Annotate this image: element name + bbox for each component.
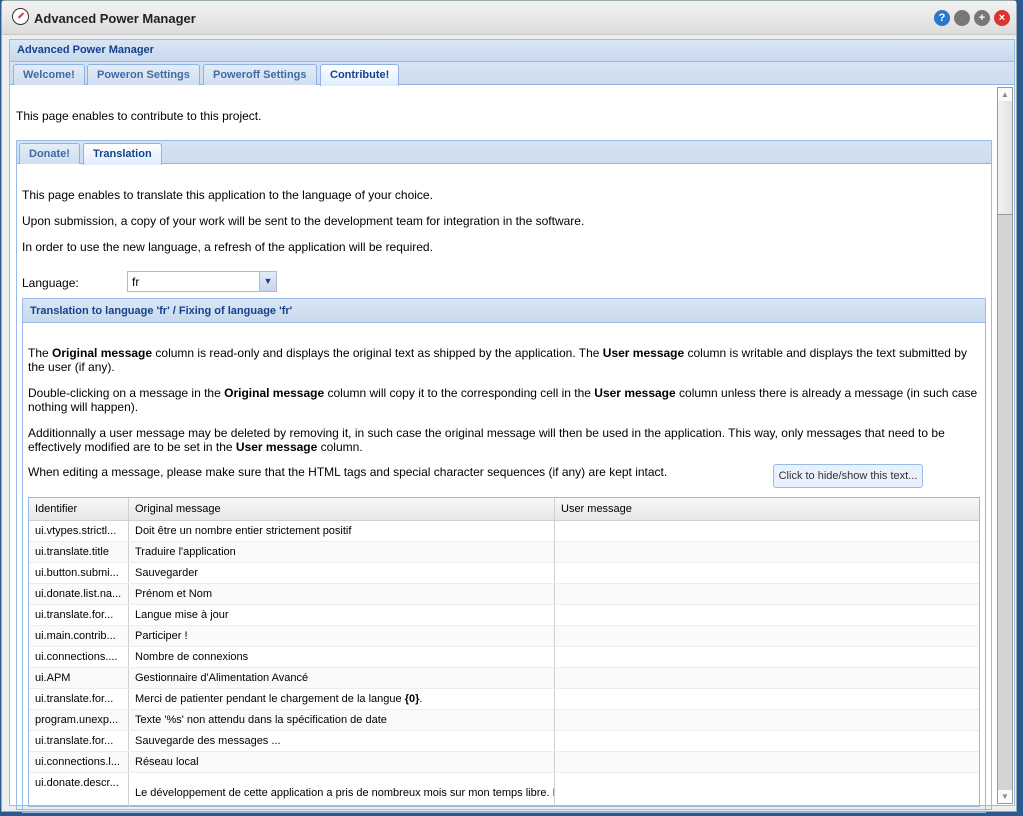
identifier-cell[interactable]: ui.donate.list.na... (29, 584, 129, 604)
table-row[interactable]: ui.translate.title Traduire l'applicatio… (29, 542, 979, 563)
identifier-cell[interactable]: program.unexp... (29, 710, 129, 730)
tab-donate[interactable]: Donate! (19, 143, 80, 164)
main-panel: Advanced Power Manager Welcome! Poweron … (9, 39, 1015, 813)
app-gauge-icon (12, 8, 29, 25)
table-row[interactable]: ui.button.submi... Sauvegarder (29, 563, 979, 584)
help-paragraph-2: Double-clicking on a message in the Orig… (28, 386, 978, 414)
original-message-cell[interactable]: Texte '%s' non attendu dans la spécifica… (129, 710, 555, 730)
original-message-cell[interactable]: Sauvegarder (129, 563, 555, 583)
identifier-cell[interactable]: ui.donate.descr... (29, 773, 129, 806)
user-message-cell[interactable] (555, 647, 979, 667)
contribute-panel: Donate! Translation This page enables to… (16, 140, 992, 813)
table-row[interactable]: ui.main.contrib... Participer ! (29, 626, 979, 647)
identifier-cell[interactable]: ui.translate.title (29, 542, 129, 562)
identifier-cell[interactable]: ui.main.contrib... (29, 626, 129, 646)
identifier-cell[interactable]: ui.connections.... (29, 647, 129, 667)
minimize-icon[interactable] (954, 10, 970, 26)
tab-welcome[interactable]: Welcome! (13, 64, 85, 85)
scroll-down-icon[interactable]: ▼ (998, 790, 1012, 803)
column-identifier[interactable]: Identifier (29, 498, 129, 520)
contribute-intro: This page enables to contribute to this … (16, 109, 262, 123)
identifier-cell[interactable]: ui.translate.for... (29, 605, 129, 625)
table-row[interactable]: ui.translate.for... Langue mise à jour (29, 605, 979, 626)
original-message-cell[interactable]: Participer ! (129, 626, 555, 646)
scroll-up-icon[interactable]: ▲ (998, 88, 1012, 101)
help-paragraph-3: Additionnally a user message may be dele… (28, 426, 945, 454)
user-message-cell[interactable] (555, 563, 979, 583)
identifier-cell[interactable]: ui.translate.for... (29, 731, 129, 751)
table-row[interactable]: ui.vtypes.strictl... Doit être un nombre… (29, 521, 979, 542)
original-message-cell[interactable]: Doit être un nombre entier strictement p… (129, 521, 555, 541)
user-message-cell[interactable] (555, 542, 979, 562)
tab-poweron-settings[interactable]: Poweron Settings (87, 64, 200, 85)
user-message-cell[interactable] (555, 626, 979, 646)
help-paragraph-4: When editing a message, please make sure… (28, 465, 668, 479)
window-title: Advanced Power Manager (34, 11, 196, 26)
table-row[interactable]: ui.APM Gestionnaire d'Alimentation Avanc… (29, 668, 979, 689)
translation-grid: Identifier Original message User message… (28, 497, 980, 807)
original-message-cell[interactable]: Prénom et Nom (129, 584, 555, 604)
page-scrollbar[interactable]: ▲ ▼ (997, 87, 1013, 804)
user-message-cell[interactable] (555, 668, 979, 688)
language-value: fr (132, 275, 140, 289)
title-bar: Advanced Power Manager ? + × (2, 1, 1016, 35)
original-message-cell[interactable]: Merci de patienter pendant le chargement… (129, 689, 555, 709)
language-label: Language: (22, 276, 79, 290)
user-message-cell[interactable] (555, 710, 979, 730)
tab-contribute[interactable]: Contribute! (320, 64, 400, 86)
identifier-cell[interactable]: ui.translate.for... (29, 689, 129, 709)
original-message-cell[interactable]: Gestionnaire d'Alimentation Avancé (129, 668, 555, 688)
help-paragraph-1: The Original message column is read-only… (28, 346, 967, 374)
translation-text-2: Upon submission, a copy of your work wil… (22, 214, 585, 228)
translation-text-3: In order to use the new language, a refr… (22, 240, 433, 254)
maximize-icon[interactable]: + (974, 10, 990, 26)
grid-header: Identifier Original message User message (29, 498, 979, 521)
user-message-cell[interactable] (555, 689, 979, 709)
identifier-cell[interactable]: ui.connections.l... (29, 752, 129, 772)
table-row[interactable]: ui.connections.l... Réseau local (29, 752, 979, 773)
user-message-cell[interactable] (555, 773, 979, 806)
close-icon[interactable]: × (994, 10, 1010, 26)
original-message-cell[interactable]: Traduire l'application (129, 542, 555, 562)
help-icon[interactable]: ? (934, 10, 950, 26)
user-message-cell[interactable] (555, 521, 979, 541)
toggle-help-button[interactable]: Click to hide/show this text... (773, 464, 923, 488)
translation-fieldset: Translation to language 'fr' / Fixing of… (22, 298, 986, 813)
main-tabs: Welcome! Poweron Settings Poweroff Setti… (10, 62, 1014, 86)
panel-title: Advanced Power Manager (10, 40, 1014, 62)
chevron-down-icon[interactable]: ▼ (259, 272, 276, 291)
contribute-tabs: Donate! Translation (17, 141, 991, 165)
user-message-cell[interactable] (555, 731, 979, 751)
translation-text-1: This page enables to translate this appl… (22, 188, 433, 202)
table-row[interactable]: ui.donate.list.na... Prénom et Nom (29, 584, 979, 605)
fieldset-title: Translation to language 'fr' / Fixing of… (23, 299, 985, 323)
original-message-cell[interactable]: Langue mise à jour (129, 605, 555, 625)
tab-poweroff-settings[interactable]: Poweroff Settings (203, 64, 317, 85)
table-row[interactable]: ui.connections.... Nombre de connexions (29, 647, 979, 668)
identifier-cell[interactable]: ui.APM (29, 668, 129, 688)
user-message-cell[interactable] (555, 605, 979, 625)
original-message-cell[interactable]: Nombre de connexions (129, 647, 555, 667)
language-select[interactable]: fr ▼ (127, 271, 277, 292)
tab-translation[interactable]: Translation (83, 143, 162, 165)
table-row[interactable]: program.unexp... Texte '%s' non attendu … (29, 710, 979, 731)
column-user-message[interactable]: User message (555, 498, 979, 520)
original-message-cell[interactable]: Sauvegarde des messages ... (129, 731, 555, 751)
scroll-thumb[interactable] (998, 101, 1012, 215)
column-original-message[interactable]: Original message (129, 498, 555, 520)
user-message-cell[interactable] (555, 584, 979, 604)
table-row[interactable]: ui.translate.for... Sauvegarde des messa… (29, 731, 979, 752)
original-message-cell[interactable]: Le développement de cette application a … (129, 773, 555, 806)
table-row[interactable]: ui.translate.for... Merci de patienter p… (29, 689, 979, 710)
identifier-cell[interactable]: ui.vtypes.strictl... (29, 521, 129, 541)
user-message-cell[interactable] (555, 752, 979, 772)
identifier-cell[interactable]: ui.button.submi... (29, 563, 129, 583)
original-message-cell[interactable]: Réseau local (129, 752, 555, 772)
table-row[interactable]: ui.donate.descr... Le développement de c… (29, 773, 979, 806)
grid-body: ui.vtypes.strictl... Doit être un nombre… (29, 521, 979, 806)
